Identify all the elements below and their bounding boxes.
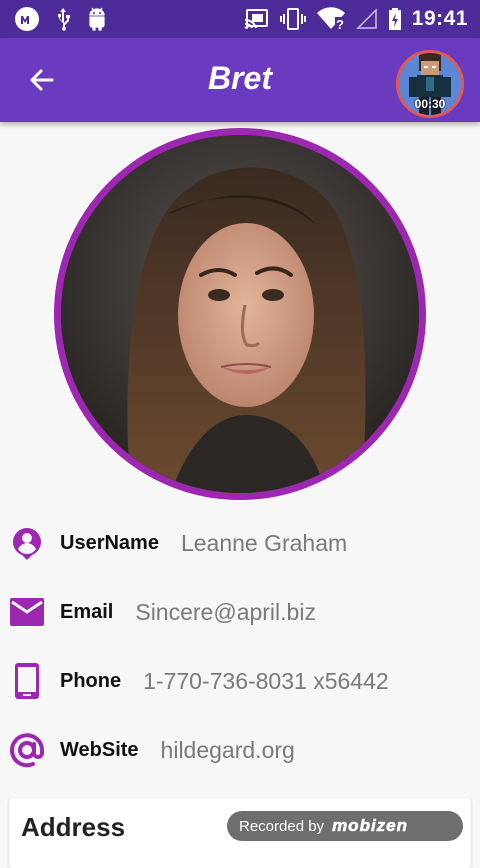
phone-row: Phone 1-770-736-8031 x56442 <box>0 653 480 709</box>
clock: 19:41 <box>411 7 468 30</box>
phone-label: Phone <box>60 669 122 692</box>
wifi-icon: ? <box>316 7 346 31</box>
recorded-by-watermark: Recorded by mobizen <box>227 811 463 841</box>
website-row: WebSite hildegard.org <box>0 722 480 778</box>
mobizen-icon <box>14 6 40 32</box>
recording-timer: 00:30 <box>414 97 446 111</box>
phone-icon <box>4 658 50 704</box>
no-signal-icon <box>355 8 378 30</box>
watermark-text: Recorded by <box>239 817 325 835</box>
status-bar: ? 19:41 <box>0 0 480 38</box>
cast-icon <box>244 8 270 30</box>
address-title: Address <box>21 812 126 842</box>
app-bar: Bret 00:30 <box>0 38 480 122</box>
svg-text:?: ? <box>336 17 344 31</box>
username-label: UserName <box>60 531 159 554</box>
profile-avatar <box>54 128 426 500</box>
website-value: hildegard.org <box>160 736 295 763</box>
email-label: Email <box>60 600 114 623</box>
recording-bubble[interactable]: 00:30 <box>396 50 464 118</box>
battery-charging-icon <box>388 7 402 31</box>
email-value: Sincere@april.biz <box>135 598 316 625</box>
username-value: Leanne Graham <box>180 529 348 556</box>
android-icon <box>86 7 108 31</box>
watermark-brand: mobizen <box>332 816 409 836</box>
username-row: UserName Leanne Graham <box>0 515 480 571</box>
email-icon <box>4 589 50 635</box>
email-row: Email Sincere@april.biz <box>0 584 480 640</box>
usb-icon <box>54 7 72 31</box>
profile-photo <box>61 135 419 493</box>
vibrate-icon <box>279 8 306 30</box>
at-sign-icon <box>4 727 50 773</box>
website-label: WebSite <box>60 738 139 761</box>
account-pin-icon <box>4 520 50 566</box>
phone-value: 1-770-736-8031 x56442 <box>143 667 389 694</box>
